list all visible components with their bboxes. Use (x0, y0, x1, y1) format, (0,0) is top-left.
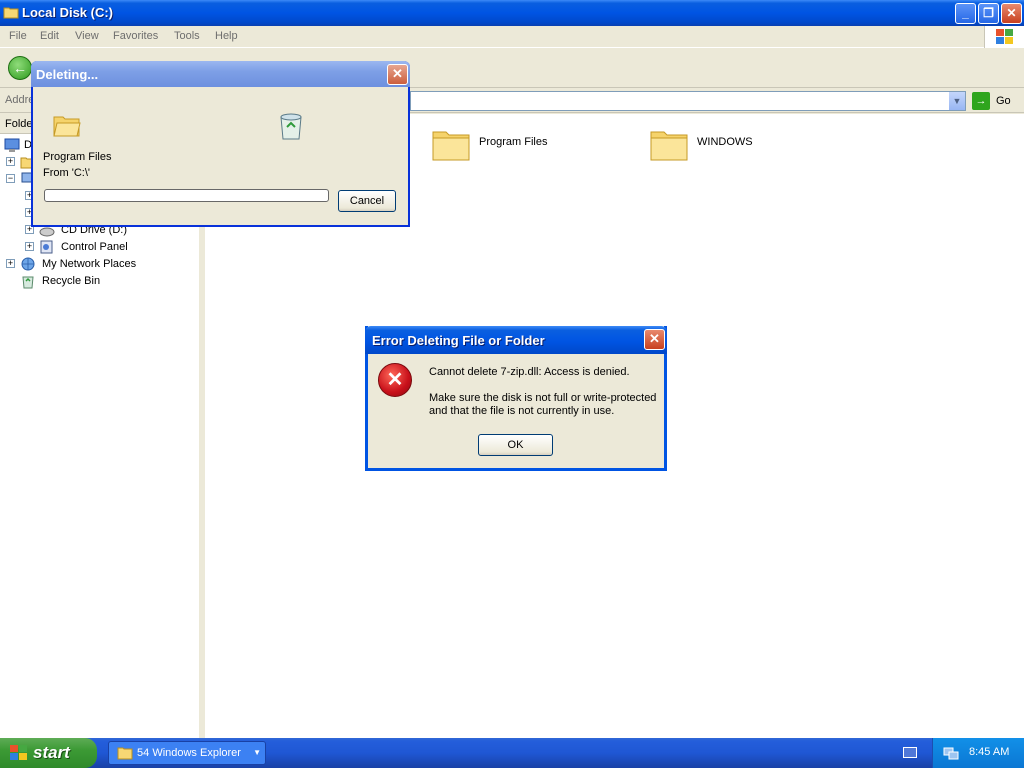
keyboard-icon[interactable] (903, 747, 917, 758)
tree-item-network-places[interactable]: + My Network Places (6, 256, 196, 273)
clock: 8:45 AM (969, 746, 1010, 758)
back-button[interactable]: ← (8, 56, 32, 80)
folder-label: WINDOWS (697, 136, 753, 148)
tree-item-label: Control Panel (61, 241, 128, 253)
control-panel-icon (40, 240, 53, 254)
go-label: Go (996, 95, 1011, 107)
taskbar-group-title: Windows Explorer (152, 747, 241, 759)
error-dialog-title: Error Deleting File or Folder (372, 333, 545, 348)
close-button[interactable]: ✕ (1001, 3, 1022, 24)
window-titlebar[interactable]: Local Disk (C:) _ ❐ ✕ (0, 0, 1024, 26)
expand-icon[interactable]: + (6, 157, 15, 166)
folder-icon (650, 131, 688, 161)
delete-progress-bar (44, 189, 329, 202)
windows-flag-icon (996, 29, 1013, 44)
menu-file[interactable]: File (9, 30, 27, 42)
error-dialog-titlebar[interactable]: Error Deleting File or Folder ✕ (365, 326, 667, 354)
system-tray: 8:45 AM (932, 738, 1024, 768)
expand-icon[interactable]: + (6, 259, 15, 268)
open-folder-icon (53, 116, 81, 137)
window-title: Local Disk (C:) (22, 5, 114, 20)
folder-item-program-files[interactable]: Program Files (431, 122, 631, 162)
folder-item-windows[interactable]: WINDOWS (649, 122, 849, 162)
taskbar: start 54 Windows Explorer ▼ 8:45 AM (0, 738, 1024, 768)
error-hint: Make sure the disk is not full or write-… (429, 392, 657, 417)
network-icon (21, 257, 35, 271)
recycle-bin-icon (22, 276, 34, 289)
go-arrow-icon: → (972, 92, 990, 110)
error-icon: ✕ (378, 363, 412, 397)
folder-icon (117, 747, 133, 760)
deleting-dialog-close-button[interactable]: ✕ (387, 64, 408, 85)
recycle-bin-icon (280, 113, 302, 140)
restore-button[interactable]: ❐ (978, 3, 999, 24)
tree-item-recycle-bin[interactable]: Recycle Bin (6, 273, 196, 290)
go-button[interactable]: → Go (972, 92, 1022, 110)
taskbar-group-count: 54 (137, 747, 150, 759)
network-status-icon[interactable] (943, 745, 959, 761)
menu-help[interactable]: Help (215, 30, 238, 42)
taskbar-group-windows-explorer[interactable]: 54 Windows Explorer ▼ (108, 741, 266, 765)
address-input[interactable]: ▼ (410, 91, 966, 111)
tree-item-label: Recycle Bin (42, 275, 101, 287)
deleting-dialog: Deleting... ✕ Program Files From 'C:\' C… (31, 61, 410, 227)
taskbar-group-label: 54 Windows Explorer (137, 747, 241, 759)
deleting-item-name: Program Files (43, 151, 112, 163)
folders-header-label: Folde (5, 118, 33, 130)
address-label: Addre (5, 94, 35, 106)
menu-bar: File Edit View Favorites Tools Help (0, 26, 1024, 48)
deleting-from-text: From 'C:\' (43, 167, 90, 179)
error-dialog-close-button[interactable]: ✕ (644, 329, 665, 350)
chevron-down-icon[interactable]: ▼ (948, 92, 965, 110)
windows-logo (984, 26, 1024, 48)
start-label: start (33, 743, 70, 762)
windows-flag-icon (10, 745, 27, 760)
folder-icon (3, 7, 19, 19)
error-message: Cannot delete 7-zip.dll: Access is denie… (429, 366, 630, 378)
folder-label: Program Files (479, 136, 548, 148)
menu-edit[interactable]: Edit (40, 30, 59, 42)
tree-item-control-panel[interactable]: + Control Panel (25, 239, 195, 256)
menu-favorites[interactable]: Favorites (113, 30, 158, 42)
minimize-button[interactable]: _ (955, 3, 976, 24)
deleting-dialog-titlebar[interactable]: Deleting... ✕ (31, 61, 410, 87)
folder-icon (432, 131, 470, 161)
menu-tools[interactable]: Tools (174, 30, 200, 42)
menu-view[interactable]: View (75, 30, 99, 42)
desktop-icon (4, 138, 20, 152)
chevron-down-icon: ▼ (253, 748, 261, 757)
ok-button[interactable]: OK (478, 434, 553, 456)
tree-item-label: My Network Places (42, 258, 137, 270)
collapse-icon[interactable]: − (6, 174, 15, 183)
expand-icon[interactable]: + (25, 242, 34, 251)
deleting-dialog-title: Deleting... (36, 67, 99, 82)
error-dialog: Error Deleting File or Folder ✕ ✕ Cannot… (365, 326, 667, 471)
start-button[interactable]: start (0, 738, 97, 768)
cancel-button[interactable]: Cancel (338, 190, 396, 212)
